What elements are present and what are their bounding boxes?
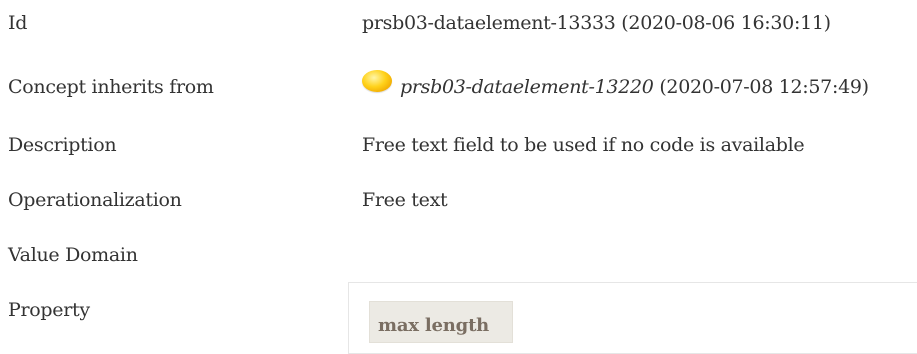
inherits-row: Concept inherits from prsb03-dataelement… (0, 70, 917, 116)
property-table-header: max length (369, 301, 513, 343)
description-row: Description Free text field to be used i… (0, 134, 917, 174)
operationalization-label: Operationalization (8, 189, 182, 211)
property-panel: max length (348, 282, 917, 354)
inherits-label: Concept inherits from (8, 76, 214, 98)
operationalization-row: Operationalization Free text (0, 189, 917, 229)
id-value: prsb03-dataelement-13333 (2020-08-06 16:… (362, 12, 831, 34)
description-value: Free text field to be used if no code is… (362, 134, 805, 156)
value-domain-row: Value Domain (0, 244, 917, 284)
max-length-header: max length (378, 315, 490, 336)
inherits-link[interactable]: prsb03-dataelement-13220 (400, 76, 654, 98)
inherits-timestamp: (2020-07-08 12:57:49) (653, 76, 869, 98)
operationalization-value: Free text (362, 189, 448, 211)
concept-yellow-icon (362, 70, 392, 92)
id-label: Id (8, 12, 28, 34)
inherits-text: prsb03-dataelement-13220 (2020-07-08 12:… (400, 76, 869, 98)
value-domain-label: Value Domain (8, 244, 138, 266)
description-label: Description (8, 134, 117, 156)
id-row: Id prsb03-dataelement-13333 (2020-08-06 … (0, 12, 917, 52)
property-label: Property (8, 299, 90, 321)
